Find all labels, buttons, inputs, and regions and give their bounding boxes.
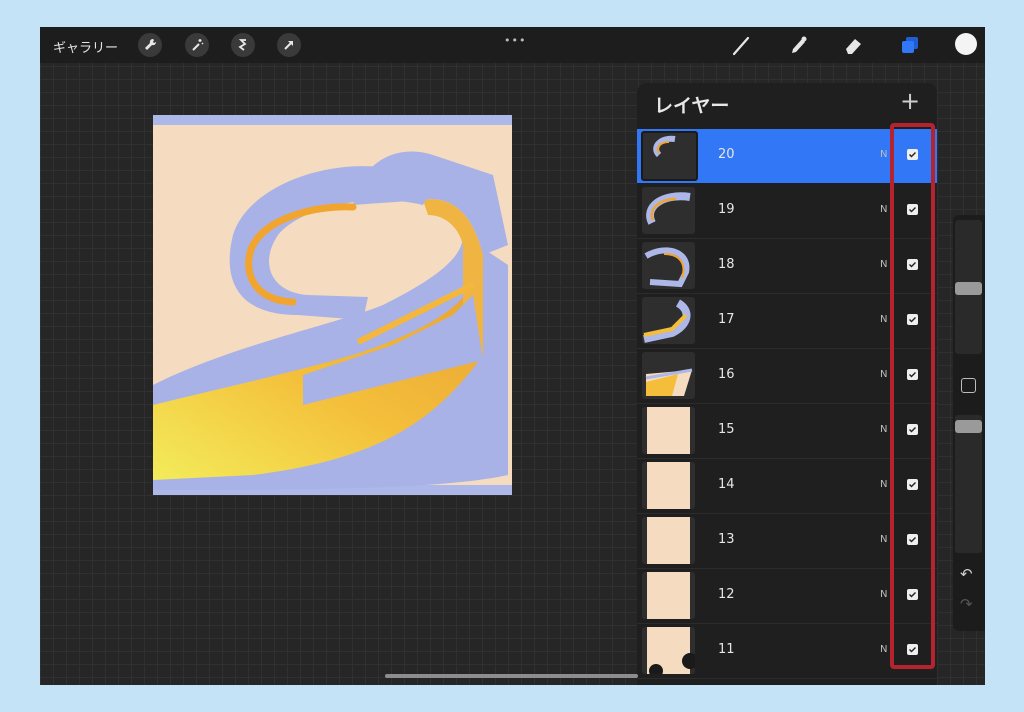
layer-thumbnail bbox=[642, 627, 695, 674]
modify-button[interactable] bbox=[961, 378, 976, 393]
drawing-canvas[interactable] bbox=[153, 115, 512, 495]
visibility-column-highlight bbox=[890, 123, 935, 669]
layer-name: 19 bbox=[718, 202, 735, 217]
gallery-button[interactable]: ギャラリー bbox=[53, 37, 118, 56]
add-layer-button[interactable]: + bbox=[900, 87, 920, 115]
layer-thumbnail bbox=[642, 462, 695, 509]
blend-mode-button[interactable]: N bbox=[880, 534, 887, 545]
layer-name: 16 bbox=[718, 367, 735, 382]
selection-icon[interactable] bbox=[231, 33, 255, 57]
layer-name: 11 bbox=[718, 642, 735, 657]
blend-mode-button[interactable]: N bbox=[880, 314, 887, 325]
wrench-icon[interactable] bbox=[138, 33, 162, 57]
brush-sidebar: ↶ ↷ bbox=[953, 215, 985, 631]
blend-mode-button[interactable]: N bbox=[880, 479, 887, 490]
layer-name: 14 bbox=[718, 477, 735, 492]
layer-name: 12 bbox=[718, 587, 735, 602]
layer-name: 13 bbox=[718, 532, 735, 547]
smudge-icon[interactable] bbox=[786, 33, 810, 57]
blend-mode-button[interactable]: N bbox=[880, 424, 887, 435]
layer-name: 18 bbox=[718, 257, 735, 272]
transform-arrow-icon[interactable] bbox=[277, 33, 301, 57]
layer-name: 15 bbox=[718, 422, 735, 437]
top-toolbar: ギャラリー ••• bbox=[40, 27, 985, 63]
layer-thumbnail bbox=[642, 352, 695, 399]
layer-thumbnail bbox=[642, 407, 695, 454]
blend-mode-button[interactable]: N bbox=[880, 644, 887, 655]
more-options-button[interactable]: ••• bbox=[504, 34, 526, 47]
redo-button[interactable]: ↷ bbox=[960, 595, 973, 613]
undo-button[interactable]: ↶ bbox=[960, 565, 973, 583]
layer-thumbnail bbox=[642, 242, 695, 289]
blend-mode-button[interactable]: N bbox=[880, 259, 887, 270]
layer-thumbnail bbox=[642, 297, 695, 344]
procreate-screen: ギャラリー ••• レイヤー + 20 N 19 N 18 N 17 N 16 … bbox=[40, 27, 985, 685]
color-swatch-button[interactable] bbox=[955, 33, 977, 55]
brush-icon[interactable] bbox=[730, 33, 754, 57]
brush-opacity-track[interactable] bbox=[955, 415, 982, 553]
layer-thumbnail bbox=[642, 517, 695, 564]
layer-thumbnail bbox=[642, 572, 695, 619]
blend-mode-button[interactable]: N bbox=[880, 149, 887, 160]
layers-icon[interactable] bbox=[898, 33, 922, 57]
eraser-icon[interactable] bbox=[842, 33, 866, 57]
brush-opacity-slider[interactable] bbox=[955, 420, 982, 433]
blend-mode-button[interactable]: N bbox=[880, 589, 887, 600]
home-indicator bbox=[385, 674, 638, 678]
layer-name: 17 bbox=[718, 312, 735, 327]
layer-name: 20 bbox=[718, 147, 735, 162]
blend-mode-button[interactable]: N bbox=[880, 369, 887, 380]
layer-thumbnail bbox=[642, 187, 695, 234]
magic-wand-icon[interactable] bbox=[185, 33, 209, 57]
brush-size-slider[interactable] bbox=[955, 282, 982, 295]
panel-title: レイヤー bbox=[654, 95, 730, 117]
blend-mode-button[interactable]: N bbox=[880, 204, 887, 215]
layer-thumbnail bbox=[641, 131, 698, 181]
